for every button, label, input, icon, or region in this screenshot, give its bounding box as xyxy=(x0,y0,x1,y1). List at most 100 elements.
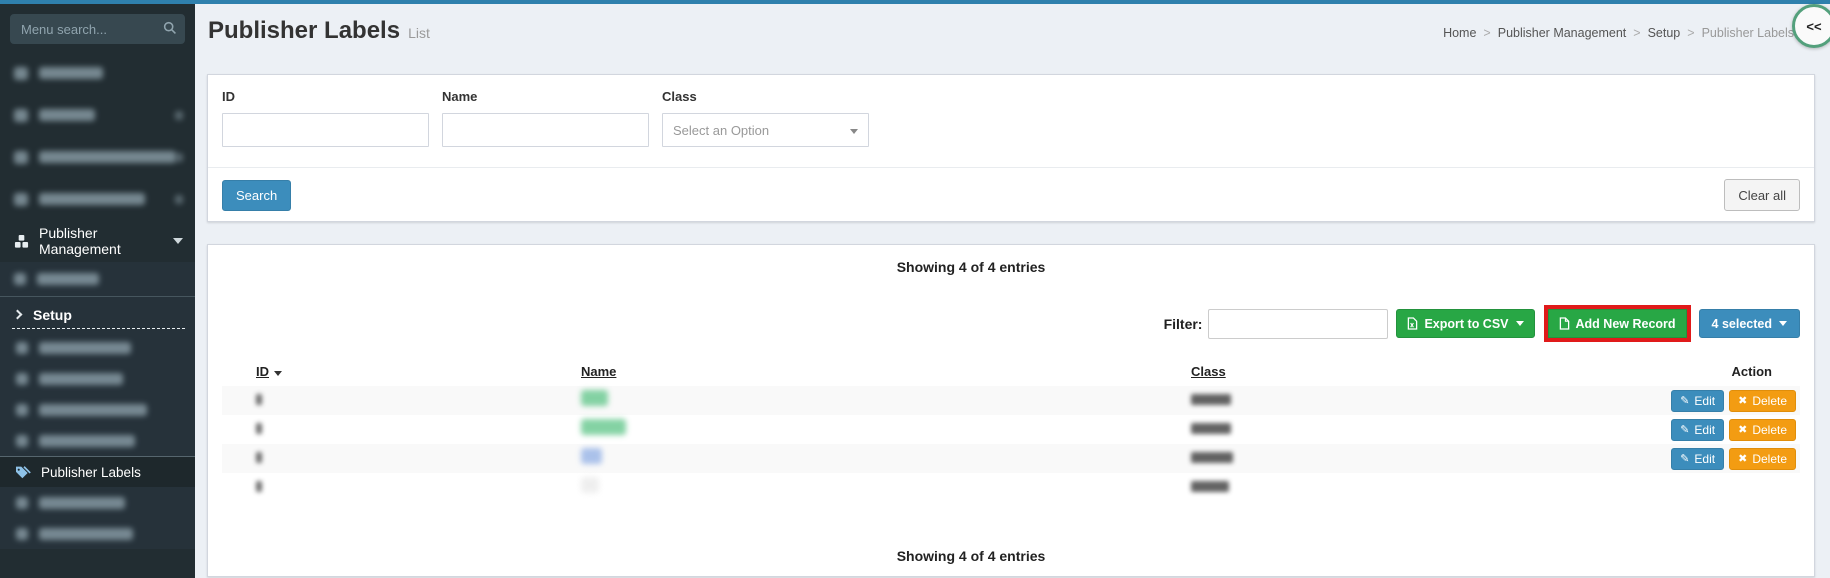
sidebar-item-publisher-labels[interactable]: Publisher Labels xyxy=(0,456,195,487)
breadcrumb-separator: > xyxy=(1483,26,1490,40)
content-header: Publisher Labels List Home > Publisher Mana… xyxy=(195,4,1830,66)
redacted-class-value xyxy=(1191,481,1229,492)
search-button[interactable]: Search xyxy=(222,180,291,211)
table-row: ✎Edit ✖ Delete xyxy=(222,415,1800,444)
chevron-down-icon xyxy=(1516,321,1524,326)
selected-count-label: 4 selected xyxy=(1712,317,1772,331)
sidebar-item-label: Publisher Labels xyxy=(41,465,141,480)
sidebar-item-redacted[interactable] xyxy=(0,363,195,394)
breadcrumb-item[interactable]: Publisher Labels xyxy=(1702,26,1794,40)
delete-button[interactable]: ✖ Delete xyxy=(1729,448,1796,470)
edit-pencil-icon: ✎ xyxy=(1680,394,1689,407)
action-buttons: ✎ Edit ✖ Delete xyxy=(1671,448,1800,470)
delete-label: Delete xyxy=(1752,452,1787,466)
class-select-dropdown[interactable]: Select an Option xyxy=(662,113,869,147)
table-toolbar: Filter: Export to CSV Add New Record xyxy=(222,305,1800,342)
sidebar-item-redacted[interactable] xyxy=(0,136,195,178)
x-icon: ✖ xyxy=(1738,423,1747,436)
redacted-label xyxy=(39,109,95,121)
menu-search-input[interactable] xyxy=(10,14,185,44)
add-new-record-label: Add New Record xyxy=(1576,317,1676,331)
redacted-icon xyxy=(14,109,28,122)
chevron-right-icon xyxy=(175,195,183,204)
sidebar-item-redacted[interactable] xyxy=(0,487,195,518)
redacted-label xyxy=(39,373,123,385)
redacted-icon xyxy=(14,273,26,285)
showing-entries-bottom: Showing 4 of 4 entries xyxy=(222,548,1800,566)
chevron-right-icon xyxy=(13,310,23,320)
data-table: ID Name Class Action ✎Edit✖Delete✎Edit✖D… xyxy=(222,364,1800,502)
sidebar-item-redacted[interactable] xyxy=(0,178,195,220)
sidebar-item-redacted[interactable] xyxy=(0,94,195,136)
page-title: Publisher Labels xyxy=(208,17,400,44)
chevron-right-icon xyxy=(176,153,183,162)
redacted-label xyxy=(39,193,145,205)
sidebar-item-redacted[interactable] xyxy=(0,262,195,296)
sidebar-item-redacted[interactable] xyxy=(0,425,195,456)
edit-label: Edit xyxy=(1694,452,1715,466)
selected-dropdown-button[interactable]: 4 selected xyxy=(1699,309,1800,338)
filter-group-class: Class Select an Option xyxy=(662,89,882,147)
sidebar-item-redacted[interactable] xyxy=(0,394,195,425)
sidebar-item-redacted[interactable] xyxy=(0,518,195,549)
redacted-icon xyxy=(16,528,28,540)
cell-action: ✎ Edit ✖ Delete xyxy=(1671,448,1800,470)
breadcrumb-item[interactable]: Publisher Management xyxy=(1498,26,1627,40)
sidebar-search xyxy=(10,14,185,44)
sidebar: Publisher Management Setup Publisher Label… xyxy=(0,4,195,578)
column-header-class[interactable]: Class xyxy=(1191,364,1671,386)
clear-all-button[interactable]: Clear all xyxy=(1724,179,1800,211)
page-subtitle: List xyxy=(408,25,430,41)
edit-pencil-icon: ✎ xyxy=(1680,452,1689,465)
delete-label: Delete xyxy=(1752,394,1787,408)
redacted-id-value xyxy=(256,481,262,492)
export-to-csv-label: Export to CSV xyxy=(1424,317,1508,331)
delete-label: Delete xyxy=(1752,423,1787,437)
app-window: Publisher ManagementSetupPublisher Label… xyxy=(0,0,1830,578)
redacted-id-value xyxy=(256,423,262,434)
cell-id xyxy=(222,479,581,497)
export-to-csv-button[interactable]: Export to CSV xyxy=(1396,309,1534,338)
chevron-right-icon xyxy=(175,111,183,120)
sort-desc-icon xyxy=(274,371,282,376)
edit-button[interactable]: ✎ Edit xyxy=(1671,390,1724,412)
cell-class xyxy=(1191,479,1671,497)
column-header-name[interactable]: Name xyxy=(581,364,1191,386)
cell-class xyxy=(1191,421,1671,439)
dashed-underline xyxy=(12,328,185,329)
filter-group-id: ID xyxy=(222,89,442,147)
sidebar-collapse-button[interactable]: << xyxy=(1792,4,1830,48)
cell-class xyxy=(1191,392,1671,410)
name-filter-input[interactable] xyxy=(442,113,649,147)
cell-id xyxy=(222,392,581,410)
x-icon: ✖ xyxy=(1738,394,1747,407)
sidebar-item-publisher-management[interactable]: Publisher Management xyxy=(0,220,195,262)
breadcrumb-item[interactable]: Home xyxy=(1443,26,1476,40)
cell-class xyxy=(1191,450,1671,468)
sidebar-item-redacted[interactable] xyxy=(0,332,195,363)
add-new-record-button[interactable]: Add New Record xyxy=(1548,309,1687,338)
redacted-name-badge xyxy=(581,419,626,435)
table-filter-input[interactable] xyxy=(1208,309,1388,339)
edit-button[interactable]: ✎Edit xyxy=(1671,419,1724,441)
edit-label: Edit xyxy=(1694,394,1715,408)
action-buttons: ✎ Edit ✖ Delete xyxy=(1671,390,1800,412)
edit-pencil-icon: ✎ xyxy=(1680,423,1689,436)
delete-button[interactable]: ✖ Delete xyxy=(1729,419,1796,441)
tags-icon xyxy=(16,465,32,480)
column-header-id[interactable]: ID xyxy=(222,364,581,386)
cell-action: ✎ Edit ✖ Delete xyxy=(1671,390,1800,412)
delete-button[interactable]: ✖ Delete xyxy=(1729,390,1796,412)
redacted-class-value xyxy=(1191,452,1233,463)
redacted-label xyxy=(39,528,133,540)
sidebar-item-redacted[interactable] xyxy=(0,52,195,94)
cell-action: ✎Edit ✖ Delete xyxy=(1671,419,1800,441)
breadcrumb-item[interactable]: Setup xyxy=(1648,26,1681,40)
x-icon: ✖ xyxy=(1738,452,1747,465)
sidebar-submenu: Setup Publisher Labels xyxy=(0,262,195,549)
search-icon[interactable] xyxy=(163,21,177,40)
id-filter-input[interactable] xyxy=(222,113,429,147)
sidebar-item-setup[interactable]: Setup xyxy=(0,296,195,332)
redacted-icon xyxy=(14,193,28,206)
edit-button[interactable]: ✎ Edit xyxy=(1671,448,1724,470)
